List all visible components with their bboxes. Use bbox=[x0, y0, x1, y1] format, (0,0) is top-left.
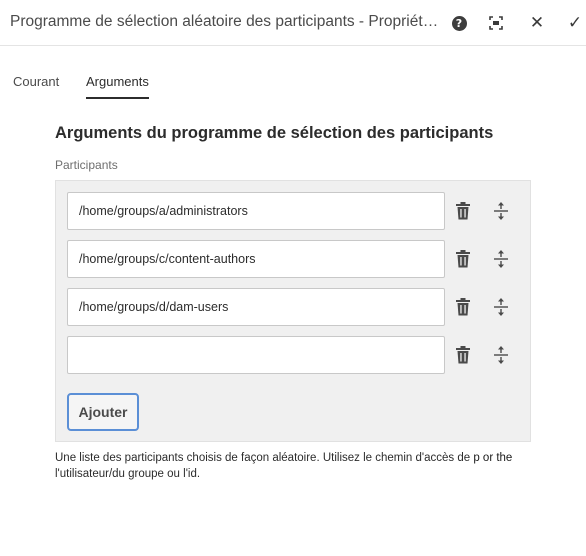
description-text-2: l'utilisateur/du groupe ou l'id. bbox=[55, 468, 201, 480]
participant-path-input[interactable] bbox=[67, 192, 445, 230]
reorder-handle-icon[interactable] bbox=[491, 249, 511, 269]
trash-icon[interactable] bbox=[453, 249, 473, 269]
participant-row bbox=[67, 336, 527, 374]
done-icon[interactable]: ✓ bbox=[564, 12, 586, 34]
participant-path-input[interactable] bbox=[67, 288, 445, 326]
help-icon[interactable]: ? bbox=[448, 12, 470, 34]
field-description: Une liste des participants choisis de fa… bbox=[55, 450, 555, 482]
dialog-header: Programme de sélection aléatoire des par… bbox=[0, 0, 586, 46]
tab-courant[interactable]: Courant bbox=[13, 74, 59, 97]
participant-row bbox=[67, 288, 527, 326]
participant-path-input[interactable] bbox=[67, 336, 445, 374]
trash-icon[interactable] bbox=[453, 297, 473, 317]
reorder-handle-icon[interactable] bbox=[491, 201, 511, 221]
fullscreen-icon-svg bbox=[489, 16, 503, 30]
add-participant-button[interactable]: Ajouter bbox=[67, 393, 139, 431]
trash-icon[interactable] bbox=[453, 345, 473, 365]
section-title: Arguments du programme de sélection des … bbox=[55, 124, 494, 142]
tab-arguments[interactable]: Arguments bbox=[86, 74, 149, 99]
fullscreen-icon[interactable] bbox=[485, 12, 507, 34]
help-icon-glyph: ? bbox=[451, 15, 467, 31]
participants-label: Participants bbox=[55, 158, 118, 172]
participant-row bbox=[67, 240, 527, 278]
trash-icon[interactable] bbox=[453, 201, 473, 221]
description-link: p or the bbox=[473, 452, 513, 464]
dialog-title: Programme de sélection aléatoire des par… bbox=[10, 13, 440, 30]
participants-multifield: Ajouter bbox=[55, 180, 531, 442]
participant-path-input[interactable] bbox=[67, 240, 445, 278]
reorder-handle-icon[interactable] bbox=[491, 345, 511, 365]
reorder-handle-icon[interactable] bbox=[491, 297, 511, 317]
description-text: Une liste des participants choisis de fa… bbox=[55, 452, 474, 464]
participant-row bbox=[67, 192, 527, 230]
close-icon[interactable]: ✕ bbox=[526, 12, 548, 34]
